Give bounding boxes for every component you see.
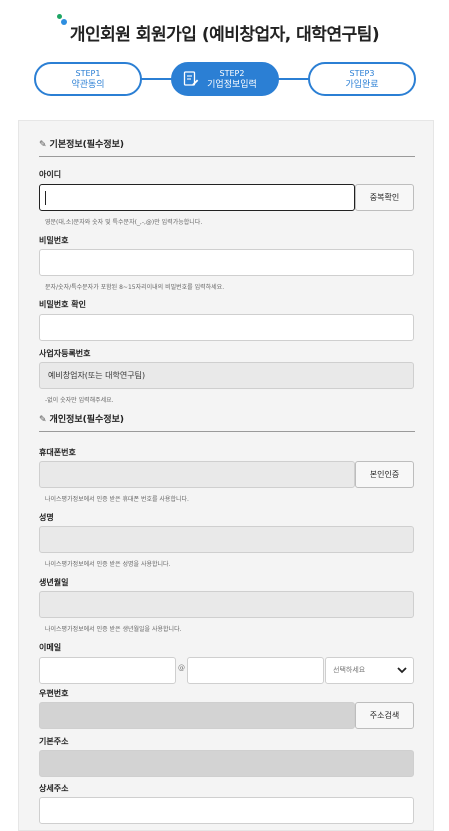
text-caret: [45, 191, 46, 205]
password-confirm-input[interactable]: [39, 314, 414, 341]
step-1-label: 약관동의: [71, 80, 105, 90]
verify-button[interactable]: 본인인증: [355, 461, 414, 488]
address-detail-label: 상세주소: [39, 784, 69, 793]
email-select-value: 선택하세요: [333, 666, 366, 674]
pencil-icon: ✎: [39, 140, 47, 150]
basic-info-heading-text: 기본정보(필수정보): [49, 140, 125, 150]
address-input: [39, 750, 414, 777]
phone-hint: 나이스평가정보에서 인증 받은 휴대폰 번호를 사용합니다.: [45, 496, 189, 503]
step-3: STEP3 가입완료: [308, 62, 416, 96]
id-hint: 영문(대,소)문자와 숫자 및 특수문자(_,-,@)만 입력가능합니다.: [45, 219, 203, 226]
bizno-input[interactable]: 예비창업자(또는 대학연구팀): [39, 362, 414, 389]
chevron-down-icon: [397, 667, 407, 674]
password-hint: 문자/숫자/특수문자가 포함된 8~15자리이내의 비밀번호를 입력하세요.: [45, 284, 225, 291]
step-indicator: STEP1 약관동의 STEP2 기업정보입력 STEP3 가입완료: [34, 62, 416, 96]
dup-check-button[interactable]: 중복확인: [355, 184, 414, 211]
basic-info-heading: ✎ 기본정보(필수정보): [39, 137, 415, 157]
personal-info-heading: ✎ 개인정보(필수정보): [39, 412, 415, 432]
address-detail-input[interactable]: [39, 797, 414, 824]
zip-label: 우편번호: [39, 689, 69, 698]
bizno-hint: -없이 숫자만 입력해주세요.: [45, 397, 114, 404]
name-label: 성명: [39, 513, 54, 522]
birth-input: [39, 591, 414, 618]
pencil-icon: ✎: [39, 415, 47, 425]
page-title: 개인회원 회원가입 (예비창업자, 대학연구팀): [56, 14, 380, 45]
bizno-value: 예비창업자(또는 대학연구팀): [48, 371, 146, 380]
email-at-sign: @: [178, 664, 185, 672]
phone-input: [39, 461, 355, 488]
bizno-label: 사업자등록번호: [39, 349, 91, 358]
step-3-number: STEP3: [349, 69, 375, 78]
birth-hint: 나이스평가정보에서 인증 받은 생년월일을 사용합니다.: [45, 626, 182, 633]
id-input[interactable]: [39, 184, 355, 211]
step-1-number: STEP1: [75, 69, 101, 78]
zip-input: [39, 702, 355, 729]
email-domain-select[interactable]: 선택하세요: [325, 657, 414, 684]
password-input[interactable]: [39, 249, 414, 276]
password-confirm-label: 비밀번호 확인: [39, 300, 86, 309]
address-search-button[interactable]: 주소검색: [355, 702, 414, 729]
step-2-active: STEP2 기업정보입력: [171, 62, 279, 96]
signup-form: ✎ 기본정보(필수정보) 아이디 중복확인 영문(대,소)문자와 숫자 및 특수문…: [18, 120, 434, 831]
page-header: 개인회원 회원가입 (예비창업자, 대학연구팀): [0, 14, 449, 45]
address-label: 기본주소: [39, 737, 69, 746]
email-domain-input[interactable]: [187, 657, 324, 684]
email-id-input[interactable]: [39, 657, 176, 684]
email-label: 이메일: [39, 643, 62, 652]
name-input: [39, 526, 414, 553]
password-label: 비밀번호: [39, 236, 69, 245]
step-3-label: 가입완료: [345, 80, 379, 90]
title-dots-icon: [56, 14, 68, 26]
name-hint: 나이스평가정보에서 인증 받은 성명을 사용합니다.: [45, 561, 171, 568]
page-title-text: 개인회원 회원가입 (예비창업자, 대학연구팀): [69, 25, 380, 45]
id-label: 아이디: [39, 170, 62, 179]
personal-info-heading-text: 개인정보(필수정보): [49, 415, 125, 425]
birth-label: 생년월일: [39, 578, 69, 587]
phone-label: 휴대폰번호: [39, 448, 76, 457]
document-edit-icon: [183, 71, 199, 86]
step-1: STEP1 약관동의: [34, 62, 142, 96]
